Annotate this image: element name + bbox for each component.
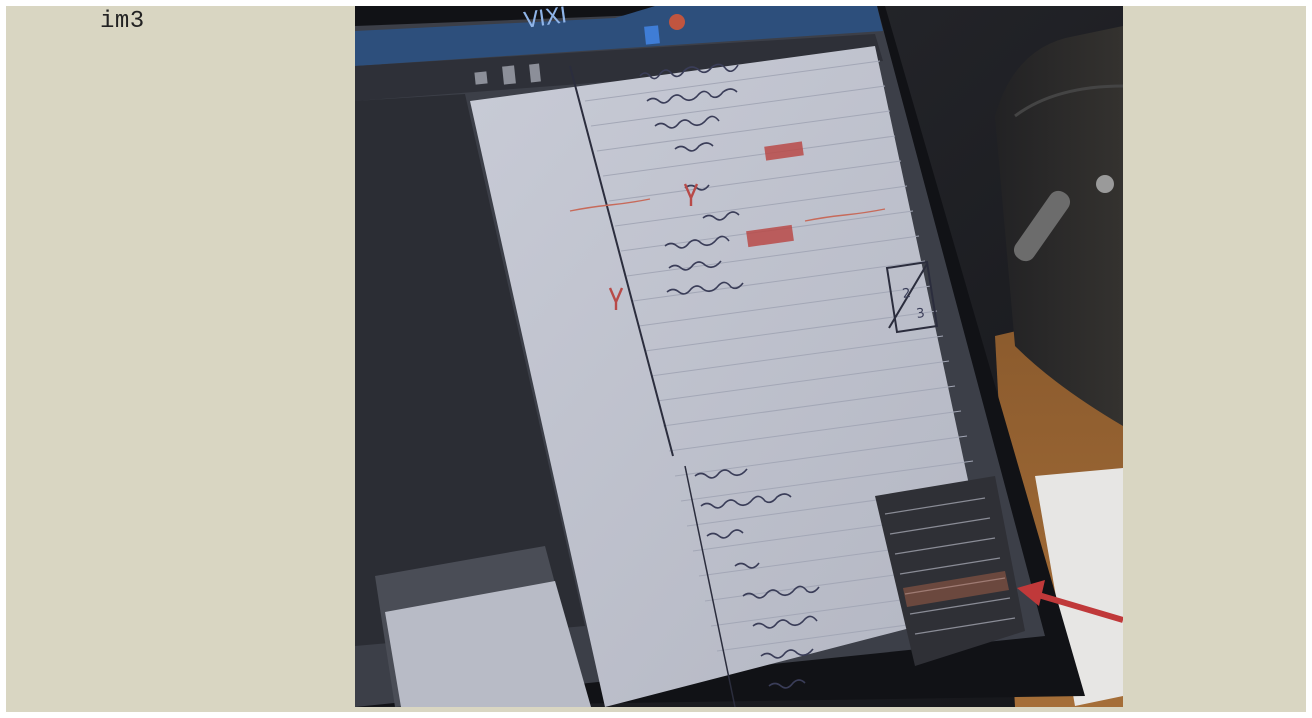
frame-left-border [0, 0, 6, 718]
frame-right-border [1306, 0, 1312, 718]
frame-bottom-border [0, 712, 1312, 718]
image-caption: im3 [100, 8, 145, 35]
photo-laptop-screen: VIXI 2 3 [355, 6, 1123, 707]
zipper-ring [1096, 175, 1114, 193]
photo-drawing: VIXI 2 3 [355, 6, 1123, 707]
